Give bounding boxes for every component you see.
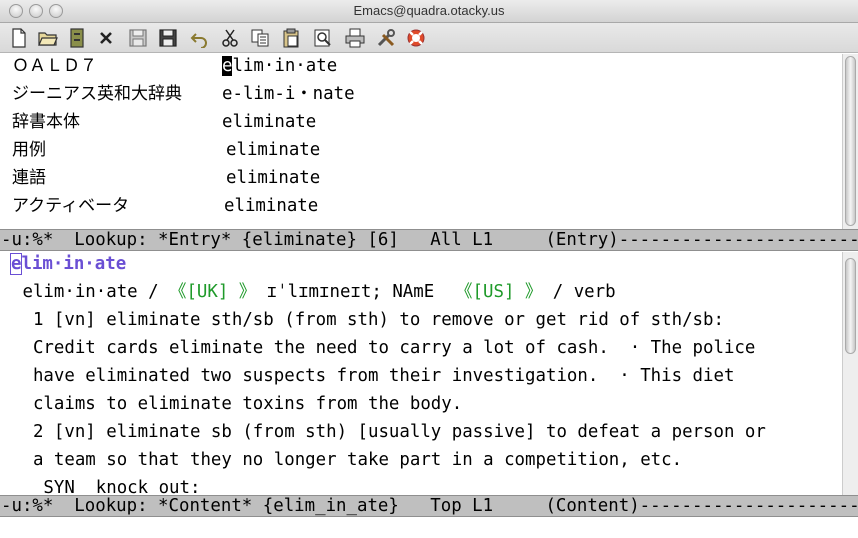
entry-term[interactable]: eliminate bbox=[226, 168, 320, 188]
definition-line: 1 [vn] eliminate sth/sb (from sth) to re… bbox=[12, 310, 724, 330]
title-bar: Emacs@quadra.otacky.us bbox=[0, 0, 858, 23]
entry-term[interactable]: elim·in·ate bbox=[222, 56, 337, 76]
entry-scrollbar[interactable] bbox=[842, 54, 858, 229]
dict-name: ＯＡＬＤ７ bbox=[12, 56, 97, 76]
pronunciation-line: elim·in·ate / 《[UK] 》 ɪˈlɪmɪneɪt; NAmE 《… bbox=[12, 282, 616, 302]
definition-line: a team so that they no longer take part … bbox=[12, 450, 683, 470]
cursor: e bbox=[222, 56, 233, 76]
dict-name: 用例 bbox=[12, 140, 46, 160]
definition-line: have eliminated two suspects from their … bbox=[12, 366, 735, 386]
file-cabinet-icon[interactable] bbox=[66, 27, 88, 49]
entry-scroll-thumb[interactable] bbox=[845, 56, 856, 226]
close-icon[interactable] bbox=[95, 27, 117, 49]
open-folder-icon[interactable] bbox=[37, 27, 59, 49]
cursor-outline: e bbox=[9, 253, 23, 275]
save-as-icon[interactable] bbox=[157, 27, 179, 49]
entry-term[interactable]: eliminate bbox=[222, 112, 316, 132]
paste-icon[interactable] bbox=[280, 27, 302, 49]
dict-name: ジーニアス英和大辞典 bbox=[12, 84, 182, 104]
entry-term[interactable]: eliminate bbox=[226, 140, 320, 160]
definition-line: Credit cards eliminate the need to carry… bbox=[12, 338, 756, 358]
dict-name: 連語 bbox=[12, 168, 46, 188]
mode-line-content[interactable]: -u:%* Lookup: *Content* {elim_in_ate} To… bbox=[0, 495, 858, 517]
dict-name: アクティベータ bbox=[12, 196, 130, 216]
content-scrollbar[interactable] bbox=[842, 252, 858, 495]
print-icon[interactable] bbox=[344, 27, 366, 49]
uk-link[interactable]: 《[UK] 》 bbox=[169, 282, 256, 302]
undo-icon[interactable] bbox=[188, 27, 210, 49]
entry-term[interactable]: e-lim-i・nate bbox=[222, 84, 355, 104]
headword: elim·in·ate bbox=[9, 253, 127, 275]
preferences-icon[interactable] bbox=[375, 27, 397, 49]
new-file-icon[interactable] bbox=[8, 27, 30, 49]
minibuffer[interactable] bbox=[0, 518, 858, 538]
toolbar bbox=[0, 23, 858, 53]
definition-line: claims to eliminate toxins from the body… bbox=[12, 394, 463, 414]
definition-line: 2 [vn] eliminate sb (from sth) [usually … bbox=[12, 422, 766, 442]
search-icon[interactable] bbox=[312, 27, 334, 49]
cut-icon[interactable] bbox=[219, 27, 241, 49]
content-buffer[interactable]: elim·in·ate elim·in·ate / 《[UK] 》 ɪˈlɪmɪ… bbox=[0, 252, 842, 495]
entry-buffer[interactable]: ＯＡＬＤ７ elim·in·ate ジーニアス英和大辞典 e-lim-i・nat… bbox=[0, 54, 842, 229]
entry-term[interactable]: eliminate bbox=[224, 196, 318, 216]
mode-line-entry[interactable]: -u:%* Lookup: *Entry* {eliminate} [6] Al… bbox=[0, 229, 858, 251]
definition-line: SYN knock out: bbox=[12, 478, 201, 495]
copy-icon[interactable] bbox=[249, 27, 271, 49]
help-icon[interactable] bbox=[405, 27, 427, 49]
window-title: Emacs@quadra.otacky.us bbox=[353, 3, 505, 18]
content-scroll-thumb[interactable] bbox=[845, 258, 856, 354]
us-link[interactable]: 《[US] 》 bbox=[455, 282, 542, 302]
dict-name: 辞書本体 bbox=[12, 112, 80, 132]
save-icon[interactable] bbox=[127, 27, 149, 49]
